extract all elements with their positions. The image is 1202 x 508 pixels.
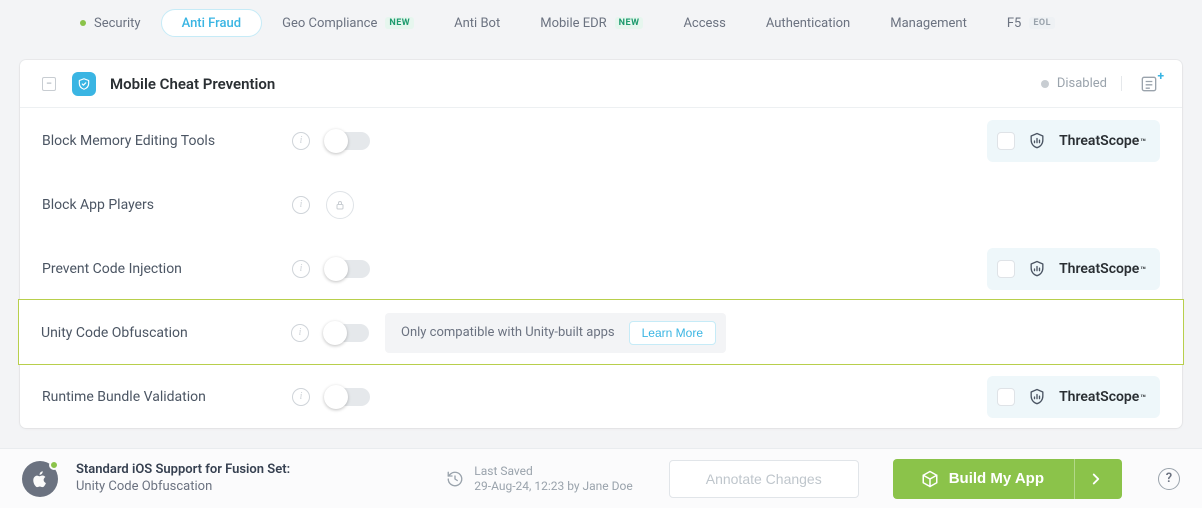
build-button-label: Build My App bbox=[949, 470, 1044, 487]
footer-bar: Standard iOS Support for Fusion Set: Uni… bbox=[0, 448, 1202, 508]
status-dot-icon bbox=[49, 460, 59, 470]
footer-subtitle: Unity Code Obfuscation bbox=[76, 479, 290, 496]
help-button[interactable]: ? bbox=[1158, 468, 1180, 490]
tab-label: Geo Compliance bbox=[282, 16, 377, 31]
status-dot-icon bbox=[1041, 80, 1049, 88]
shield-analytics-icon bbox=[1027, 259, 1047, 279]
build-my-app-button[interactable]: Build My App bbox=[893, 459, 1122, 499]
tab-anti-bot[interactable]: Anti Bot bbox=[434, 9, 520, 37]
threatscope-tile[interactable]: ThreatScope™ bbox=[987, 248, 1160, 290]
threatscope-tile[interactable]: ThreatScope™ bbox=[987, 376, 1160, 418]
top-tabs: Security Anti Fraud Geo Compliance NEW A… bbox=[0, 0, 1202, 46]
tab-authentication[interactable]: Authentication bbox=[746, 9, 870, 37]
shield-analytics-icon bbox=[1027, 131, 1047, 151]
eol-badge: EOL bbox=[1029, 17, 1055, 29]
compatibility-notice: Only compatible with Unity-built apps Le… bbox=[385, 313, 726, 353]
threatscope-label: ThreatScope™ bbox=[1059, 261, 1146, 277]
status-label: Disabled bbox=[1057, 76, 1107, 91]
last-saved-value: 29-Aug-24, 12:23 by Jane Doe bbox=[474, 479, 632, 494]
last-saved-label: Last Saved bbox=[474, 464, 632, 479]
tab-mobile-edr[interactable]: Mobile EDR NEW bbox=[520, 9, 663, 37]
info-icon[interactable]: i bbox=[292, 388, 310, 406]
plus-icon: + bbox=[1157, 69, 1164, 83]
threatscope-label: ThreatScope™ bbox=[1059, 133, 1146, 149]
tab-label: Management bbox=[890, 16, 967, 31]
annotate-changes-button[interactable]: Annotate Changes bbox=[669, 460, 859, 498]
tab-anti-fraud[interactable]: Anti Fraud bbox=[161, 9, 263, 37]
info-icon[interactable]: i bbox=[291, 324, 309, 342]
feature-label: Prevent Code Injection bbox=[42, 261, 292, 277]
new-badge: NEW bbox=[385, 17, 414, 29]
feature-rows: Block Memory Editing Tools i bbox=[20, 108, 1182, 428]
tab-security[interactable]: Security bbox=[60, 9, 161, 37]
chevron-right-icon[interactable] bbox=[1074, 459, 1116, 499]
feature-row: Block App Players i bbox=[20, 172, 1182, 236]
tab-label: Anti Bot bbox=[454, 16, 500, 31]
card-header: − Mobile Cheat Prevention Disabled bbox=[20, 60, 1182, 108]
feature-label: Unity Code Obfuscation bbox=[41, 325, 291, 341]
collapse-toggle[interactable]: − bbox=[42, 77, 56, 91]
tab-label: Anti Fraud bbox=[182, 16, 242, 31]
tab-label: F5 bbox=[1007, 16, 1022, 31]
page-root: Security Anti Fraud Geo Compliance NEW A… bbox=[0, 0, 1202, 508]
tab-label: Access bbox=[683, 16, 725, 31]
feature-label: Block Memory Editing Tools bbox=[42, 133, 292, 149]
status-badge: Disabled bbox=[1041, 76, 1122, 91]
tab-label: Mobile EDR bbox=[540, 16, 606, 31]
learn-more-button[interactable]: Learn More bbox=[629, 321, 716, 345]
last-saved: Last Saved 29-Aug-24, 12:23 by Jane Doe bbox=[446, 464, 632, 494]
threatscope-checkbox[interactable] bbox=[997, 132, 1015, 150]
info-icon[interactable]: i bbox=[292, 260, 310, 278]
feature-row: Block Memory Editing Tools i bbox=[20, 108, 1182, 172]
feature-row-highlighted: Unity Code Obfuscation i Only compatible… bbox=[19, 300, 1183, 364]
tab-access[interactable]: Access bbox=[663, 9, 745, 37]
threatscope-label: ThreatScope™ bbox=[1059, 389, 1146, 405]
toggle-switch[interactable] bbox=[325, 324, 369, 342]
threatscope-checkbox[interactable] bbox=[997, 260, 1015, 278]
apple-icon bbox=[22, 461, 58, 497]
tab-f5[interactable]: F5 EOL bbox=[987, 9, 1075, 37]
info-icon[interactable]: i bbox=[292, 196, 310, 214]
add-note-button[interactable]: + bbox=[1138, 73, 1160, 95]
footer-context: Standard iOS Support for Fusion Set: Uni… bbox=[76, 462, 290, 496]
threatscope-checkbox[interactable] bbox=[997, 388, 1015, 406]
cube-icon bbox=[921, 470, 939, 488]
feature-label: Runtime Bundle Validation bbox=[42, 389, 292, 405]
footer-title: Standard iOS Support for Fusion Set: bbox=[76, 462, 290, 479]
toggle-switch[interactable] bbox=[326, 132, 370, 150]
shield-wrench-icon bbox=[72, 72, 96, 96]
tab-management[interactable]: Management bbox=[870, 9, 987, 37]
shield-analytics-icon bbox=[1027, 387, 1047, 407]
toggle-switch[interactable] bbox=[326, 260, 370, 278]
history-icon bbox=[446, 470, 464, 488]
feature-card: − Mobile Cheat Prevention Disabled bbox=[20, 60, 1182, 428]
card-title: Mobile Cheat Prevention bbox=[110, 75, 275, 93]
tab-geo-compliance[interactable]: Geo Compliance NEW bbox=[262, 9, 434, 37]
tab-label: Authentication bbox=[766, 16, 850, 31]
notice-text: Only compatible with Unity-built apps bbox=[401, 325, 615, 340]
info-icon[interactable]: i bbox=[292, 132, 310, 150]
feature-row: Prevent Code Injection i bbox=[20, 236, 1182, 300]
feature-label: Block App Players bbox=[42, 197, 292, 213]
feature-row: Runtime Bundle Validation i bbox=[20, 364, 1182, 428]
threatscope-tile[interactable]: ThreatScope™ bbox=[987, 120, 1160, 162]
status-dot-icon bbox=[80, 20, 86, 26]
tab-label: Security bbox=[94, 16, 141, 31]
toggle-switch[interactable] bbox=[326, 388, 370, 406]
lock-icon bbox=[326, 191, 354, 219]
new-badge: NEW bbox=[615, 17, 644, 29]
